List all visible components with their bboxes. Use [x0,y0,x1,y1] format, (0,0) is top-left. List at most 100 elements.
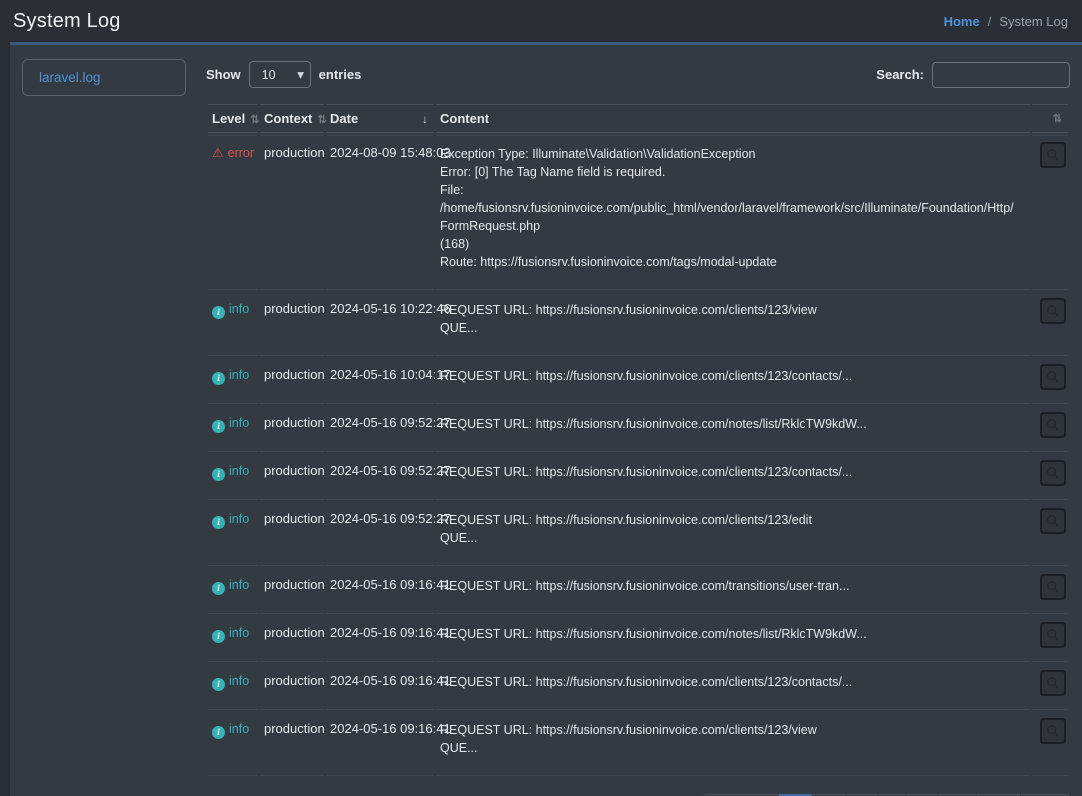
magnifier-icon [1046,370,1060,384]
breadcrumb-separator: / [988,14,992,29]
level-cell: iinfo [208,502,258,566]
column-header-context[interactable]: Context⇅ [260,104,324,133]
view-entry-button[interactable] [1040,298,1066,324]
level-label: info [229,674,249,688]
content-line: Error: [0] The Tag Name field is require… [440,163,1020,181]
column-header-actions[interactable]: ⇅ [1032,104,1068,133]
view-entry-button[interactable] [1040,670,1066,696]
magnifier-icon [1046,676,1060,690]
info-circle-icon: i [212,678,225,691]
content-cell: REQUEST URL: https://fusionsrv.fusioninv… [436,568,1030,614]
content-line: REQUEST URL: https://fusionsrv.fusioninv… [440,301,1020,319]
view-entry-button[interactable] [1040,364,1066,390]
info-circle-icon: i [212,630,225,643]
entries-select[interactable]: 10 [249,61,311,88]
table-row: iinfoproduction2024-05-16 09:52:27REQUES… [208,502,1068,566]
entries-select-wrap: 10 [249,61,311,88]
level-cell: iinfo [208,568,258,614]
column-label: Context [264,111,312,126]
level-cell: iinfo [208,406,258,452]
table-row: iinfoproduction2024-05-16 09:52:27REQUES… [208,406,1068,452]
content-line: REQUEST URL: https://fusionsrv.fusioninv… [440,721,1020,739]
level-label: info [229,368,249,382]
breadcrumb: Home / System Log [944,14,1068,29]
action-cell [1032,292,1068,356]
view-entry-button[interactable] [1040,622,1066,648]
date-cell: 2024-05-16 10:04:17 [326,358,434,404]
breadcrumb-home-link[interactable]: Home [944,14,980,29]
content-line: REQUEST URL: https://fusionsrv.fusioninv… [440,367,1020,385]
log-file-list: laravel.log [22,59,186,796]
date-cell: 2024-05-16 09:16:41 [326,616,434,662]
log-table: Level⇅Context⇅Date↓Content⇅ ⚠errorproduc… [206,102,1070,778]
date-cell: 2024-05-16 09:16:41 [326,712,434,776]
content-line: (168) [440,235,1020,253]
action-cell [1032,616,1068,662]
date-cell: 2024-05-16 09:16:41 [326,568,434,614]
content-line: REQUEST URL: https://fusionsrv.fusioninv… [440,511,1020,529]
level-cell: iinfo [208,358,258,404]
table-controls: Show 10 entries Search: [206,61,1070,88]
table-row: iinfoproduction2024-05-16 09:16:41REQUES… [208,664,1068,710]
breadcrumb-current: System Log [999,14,1068,29]
magnifier-icon [1046,148,1060,162]
view-entry-button[interactable] [1040,412,1066,438]
view-entry-button[interactable] [1040,460,1066,486]
log-table-panel: Show 10 entries Search: Level⇅Context⇅Da… [206,59,1070,796]
level-cell: iinfo [208,616,258,662]
view-entry-button[interactable] [1040,508,1066,534]
date-cell: 2024-08-09 15:48:03 [326,135,434,290]
action-cell [1032,568,1068,614]
search-label: Search: [876,67,924,82]
view-entry-button[interactable] [1040,718,1066,744]
content-line: REQUEST URL: https://fusionsrv.fusioninv… [440,625,1020,643]
context-cell: production [260,616,324,662]
warning-triangle-icon: ⚠ [212,145,224,160]
context-cell: production [260,502,324,566]
entries-label: entries [319,67,362,82]
content-cell: REQUEST URL: https://fusionsrv.fusioninv… [436,502,1030,566]
system-log-card: laravel.log Show 10 entries Search: [10,42,1082,796]
search-input[interactable] [932,62,1070,88]
show-label: Show [206,67,241,82]
page-title: System Log [13,10,121,33]
context-cell: production [260,664,324,710]
content-line: File: [440,181,1020,199]
date-cell: 2024-05-16 09:52:27 [326,406,434,452]
view-entry-button[interactable] [1040,142,1066,168]
magnifier-icon [1046,724,1060,738]
column-header-date[interactable]: Date↓ [326,104,434,133]
magnifier-icon [1046,418,1060,432]
table-row: iinfoproduction2024-05-16 10:04:17REQUES… [208,358,1068,404]
table-row: ⚠errorproduction2024-08-09 15:48:03Excep… [208,135,1068,290]
info-circle-icon: i [212,726,225,739]
column-header-level[interactable]: Level⇅ [208,104,258,133]
level-label: info [229,626,249,640]
info-circle-icon: i [212,582,225,595]
context-cell: production [260,568,324,614]
level-label: info [229,464,249,478]
content-line: Route: https://fusionsrv.fusioninvoice.c… [440,253,1020,271]
column-header-content[interactable]: Content [436,104,1030,133]
content-line: /home/fusionsrv.fusioninvoice.com/public… [440,199,1020,235]
action-cell [1032,712,1068,776]
context-cell: production [260,454,324,500]
context-cell: production [260,135,324,290]
date-cell: 2024-05-16 09:52:27 [326,454,434,500]
content-cell: REQUEST URL: https://fusionsrv.fusioninv… [436,292,1030,356]
info-circle-icon: i [212,420,225,433]
action-cell [1032,358,1068,404]
level-cell: iinfo [208,454,258,500]
sort-both-icon: ⇅ [1053,112,1062,125]
content-line: QUE... [440,529,1020,547]
level-label: info [229,512,249,526]
magnifier-icon [1046,466,1060,480]
view-entry-button[interactable] [1040,574,1066,600]
content-line: REQUEST URL: https://fusionsrv.fusioninv… [440,463,1020,481]
action-cell [1032,502,1068,566]
content-line: REQUEST URL: https://fusionsrv.fusioninv… [440,673,1020,691]
sort-both-icon: ⇅ [250,114,259,126]
log-file-item[interactable]: laravel.log [22,59,186,96]
action-cell [1032,454,1068,500]
action-cell [1032,664,1068,710]
